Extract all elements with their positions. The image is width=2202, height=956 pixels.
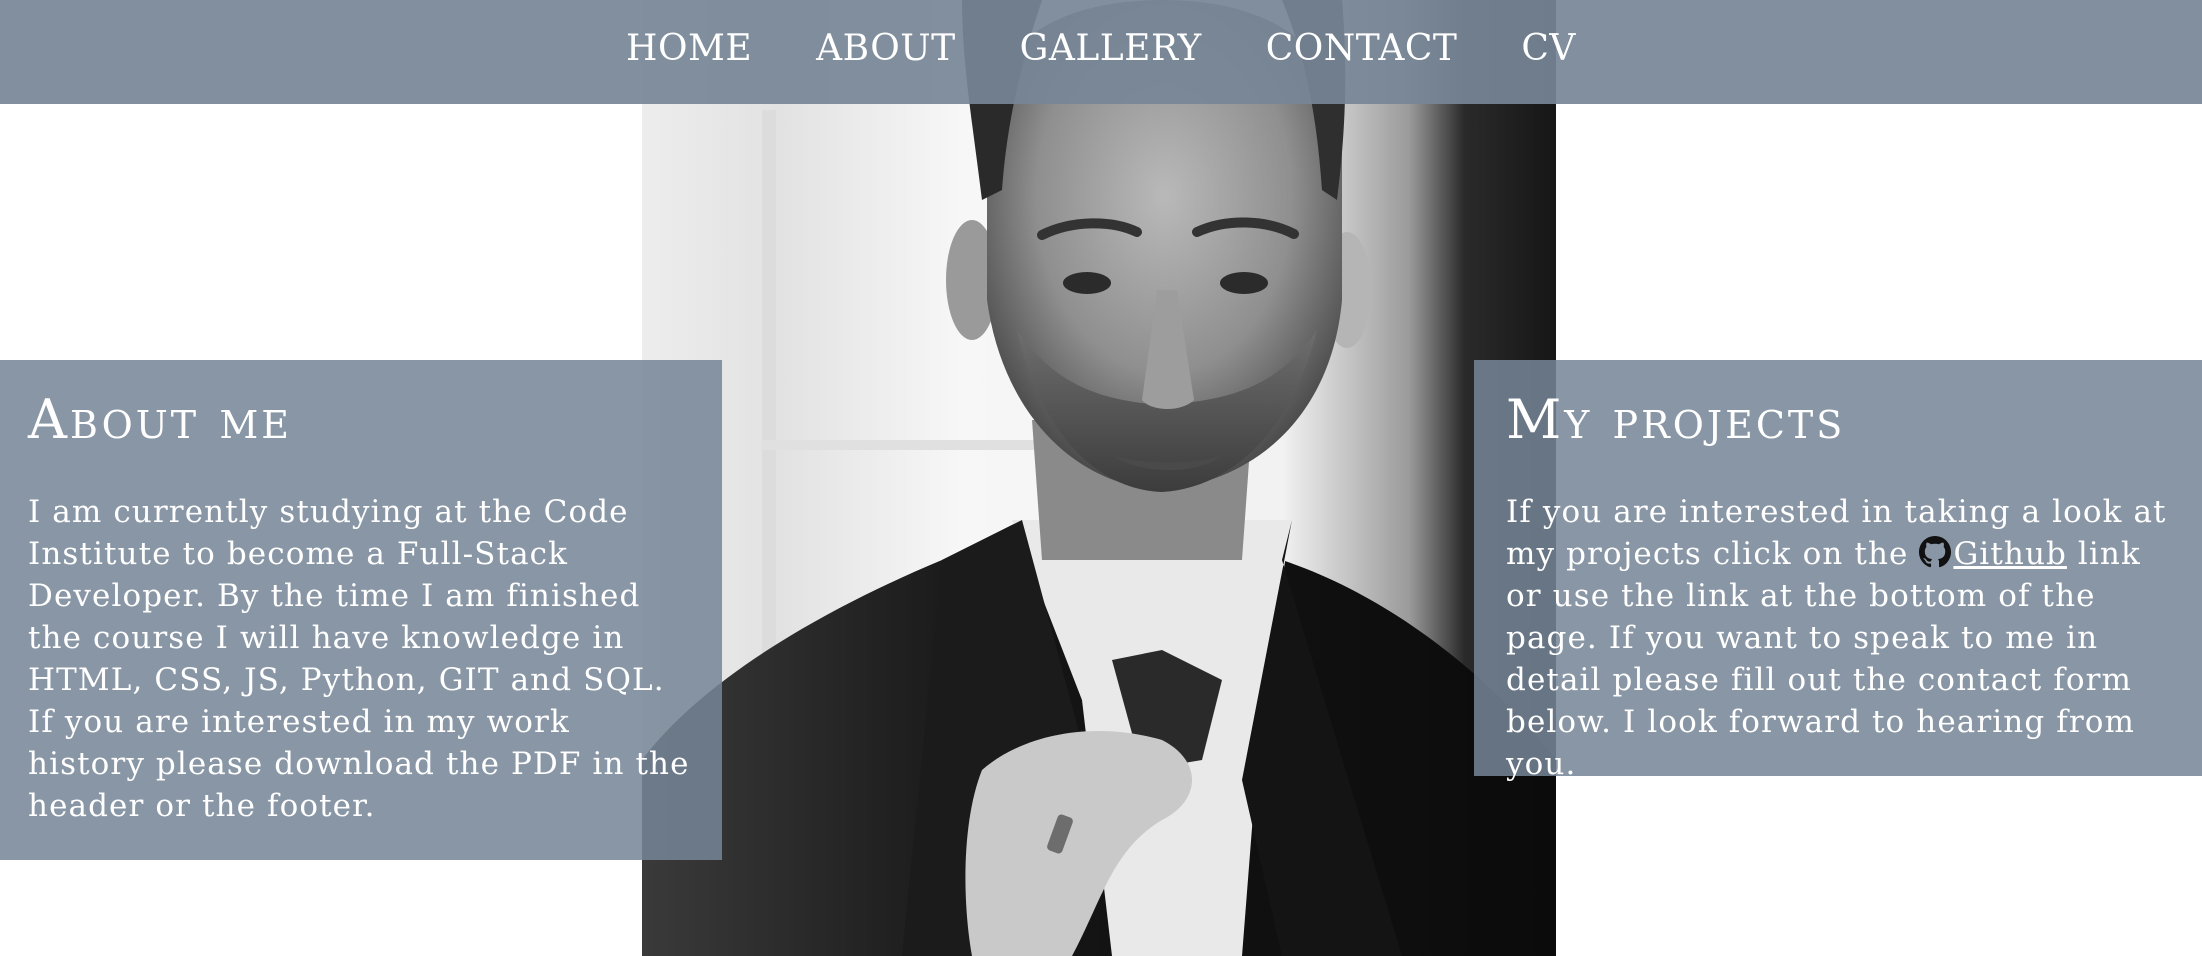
site-header: HOME ABOUT GALLERY CONTACT CV [0, 0, 2202, 104]
github-link[interactable]: Github [1953, 536, 2067, 572]
projects-text-after: link or use the link at the bottom of th… [1506, 536, 2141, 783]
about-text: I am currently studying at the Code Inst… [28, 494, 690, 825]
nav-home-link[interactable]: HOME [626, 28, 752, 73]
about-panel: About me I am currently studying at the … [0, 360, 722, 860]
projects-text: If you are interested in taking a look a… [1506, 491, 2172, 785]
nav-gallery-link[interactable]: GALLERY [1020, 28, 1202, 73]
nav-about-link[interactable]: ABOUT [816, 28, 956, 73]
nav-cv-link[interactable]: CV [1521, 28, 1576, 73]
page: HOME ABOUT GALLERY CONTACT CV About me I… [0, 0, 2202, 956]
nav-contact-link[interactable]: CONTACT [1266, 28, 1458, 73]
projects-title: My projects [1506, 388, 1846, 451]
about-title: About me [28, 388, 292, 451]
projects-panel: My projects If you are interested in tak… [1474, 360, 2202, 782]
portrait-photo [642, 0, 1556, 956]
main-nav: HOME ABOUT GALLERY CONTACT CV [0, 0, 2202, 100]
github-icon [1919, 536, 1952, 568]
